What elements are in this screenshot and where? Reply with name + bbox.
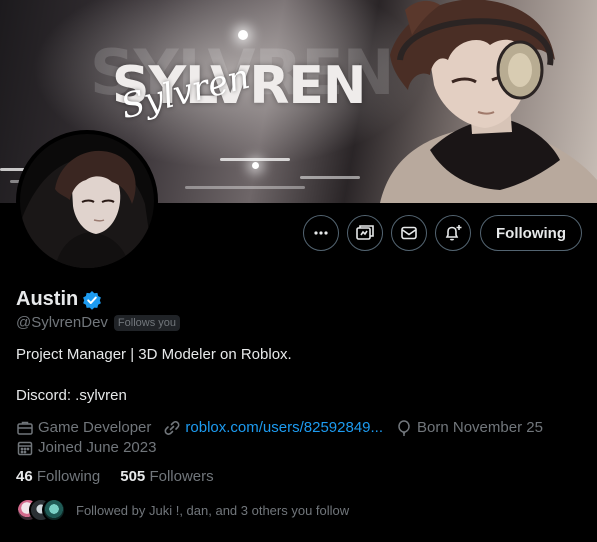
followers-label: Followers	[149, 468, 214, 485]
message-button[interactable]	[391, 215, 427, 251]
followed-by-text: Followed by Juki !, dan, and 3 others yo…	[76, 502, 350, 518]
banner-character-illustration	[380, 0, 597, 203]
banner-stripe	[300, 176, 360, 179]
following-count: 46	[16, 468, 33, 485]
link-icon	[164, 421, 180, 435]
followed-by-row[interactable]: Followed by Juki !, dan, and 3 others yo…	[16, 498, 349, 522]
banner-stripe	[185, 186, 305, 189]
meta-category: Game Developer	[16, 418, 151, 438]
following-label: Following	[36, 468, 101, 485]
meta-birthday: Born November 25	[395, 418, 543, 438]
balloon-icon	[398, 420, 410, 436]
banner-stripe	[220, 158, 290, 161]
follows-you-badge: Follows you	[113, 314, 180, 331]
meta-category-text: Game Developer	[38, 419, 152, 436]
avatar-character-illustration	[20, 134, 154, 268]
banner-light-dot	[252, 162, 259, 169]
briefcase-icon	[17, 421, 33, 435]
profile-meta: Game Developer roblox.com/users/82592849…	[16, 418, 586, 458]
more-icon	[314, 231, 328, 235]
meta-joined: Joined June 2023	[16, 438, 156, 458]
followers-stat-link[interactable]: 505 Followers	[120, 468, 213, 485]
subscribe-button[interactable]	[347, 215, 383, 251]
followers-count: 505	[120, 468, 146, 485]
profile-handle: @SylvrenDev	[16, 314, 108, 331]
meta-link[interactable]: roblox.com/users/82592849...	[163, 418, 383, 438]
profile-avatar[interactable]	[16, 130, 158, 272]
profile-website-link[interactable]: roblox.com/users/82592849...	[185, 418, 383, 438]
verified-badge-icon[interactable]	[82, 290, 102, 310]
handle-row: @SylvrenDev Follows you	[16, 314, 180, 331]
follow-stats: 46 Following 505 Followers	[16, 468, 214, 485]
meta-birthday-text: Born November 25	[417, 419, 543, 436]
notify-button[interactable]	[435, 215, 471, 251]
following-button[interactable]: Following	[480, 215, 582, 251]
mutual-avatar	[42, 498, 66, 522]
meta-joined-text: Joined June 2023	[38, 439, 157, 456]
calendar-icon	[17, 441, 33, 456]
profile-name: Austin	[16, 288, 79, 310]
profile-name-row: Austin	[16, 288, 102, 311]
subscribe-icon	[356, 225, 374, 240]
mutual-avatars	[16, 498, 66, 522]
bio-line: Project Manager | 3D Modeler on Roblox.	[16, 346, 292, 363]
mail-icon	[401, 226, 417, 240]
following-stat-link[interactable]: 46 Following	[16, 468, 100, 485]
bio-line: Discord: .sylvren	[16, 387, 127, 404]
more-button[interactable]	[303, 215, 339, 251]
bell-plus-icon	[445, 225, 462, 241]
